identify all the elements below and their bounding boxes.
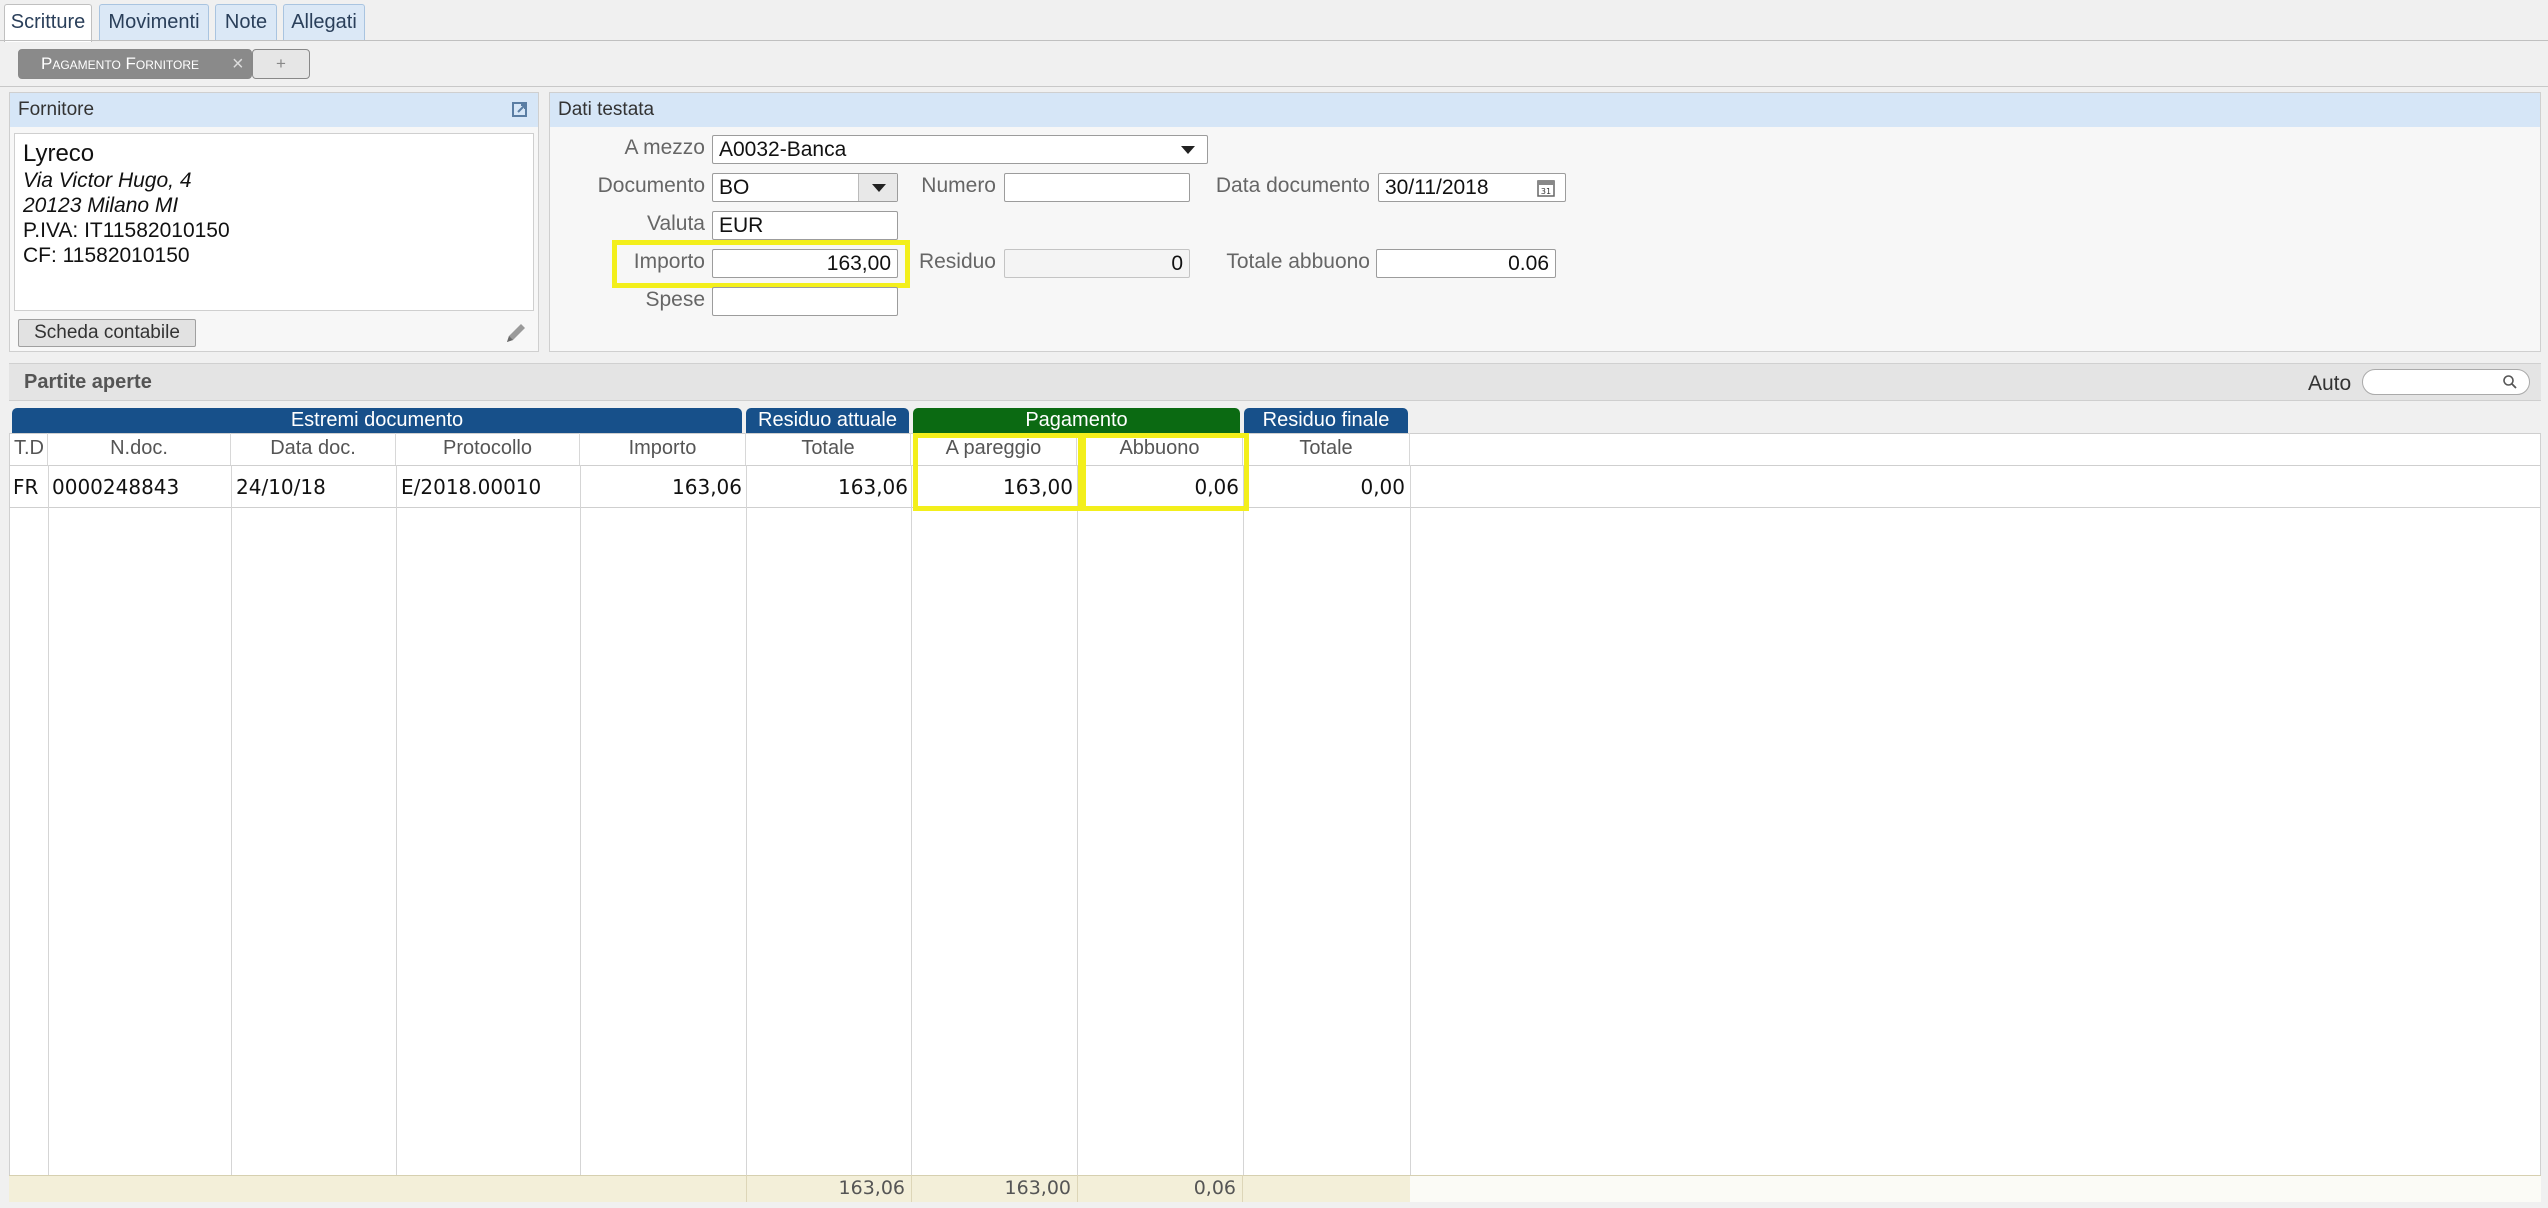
documento-value: BO	[719, 176, 750, 199]
partite-grid	[9, 433, 2541, 1202]
residuo-input: 0	[1004, 249, 1190, 278]
scheda-contabile-button[interactable]: Scheda contabile	[18, 319, 196, 347]
group-residuo-finale: Residuo finale	[1244, 408, 1408, 433]
partite-aperte-header	[9, 363, 2541, 401]
grid-line	[231, 465, 232, 1175]
tab-scritture[interactable]: Scritture	[4, 4, 92, 42]
group-estremi-documento: Estremi documento	[12, 408, 742, 433]
cell-data-doc: 24/10/18	[236, 475, 326, 499]
totals-row-filler	[1410, 1176, 2541, 1202]
col-ndoc[interactable]: N.doc.	[48, 433, 231, 465]
col-finale-totale[interactable]: Totale	[1243, 433, 1410, 465]
a-mezzo-value: A0032-Banca	[719, 138, 847, 161]
fornitore-panel: Fornitore Lyreco Via Victor Hugo, 4 2012…	[9, 92, 539, 352]
totale-abbuono-input[interactable]: 0.06	[1376, 249, 1556, 278]
tab-allegati[interactable]: Allegati	[283, 4, 365, 40]
col-protocollo[interactable]: Protocollo	[396, 433, 580, 465]
a-mezzo-select[interactable]: A0032-Banca	[712, 135, 1208, 164]
tab-divider	[0, 40, 2548, 41]
data-documento-value: 30/11/2018	[1385, 176, 1489, 199]
a-pareggio-highlight	[913, 433, 1083, 511]
subtab-divider	[0, 86, 2548, 87]
col-residuo-totale[interactable]: Totale	[746, 433, 911, 465]
total-abbuono: 0,06	[1077, 1175, 1243, 1202]
spese-input[interactable]	[712, 287, 898, 316]
fornitore-title: Fornitore	[10, 93, 538, 127]
subtab-pagamento-fornitore[interactable]: Pagamento Fornitore	[18, 49, 252, 79]
search-icon[interactable]	[2502, 374, 2518, 390]
cell-ndoc: 0000248843	[52, 475, 180, 499]
col-data-doc[interactable]: Data doc.	[231, 433, 396, 465]
grid-line	[1077, 465, 1078, 1175]
valuta-input[interactable]: EUR	[712, 211, 898, 240]
add-subtab-button[interactable]: +	[252, 49, 310, 79]
total-pareggio: 163,00	[911, 1175, 1077, 1202]
fornitore-address-box: Lyreco Via Victor Hugo, 4 20123 Milano M…	[14, 133, 534, 311]
col-td[interactable]: T.D	[12, 433, 48, 465]
col-importo[interactable]: Importo	[580, 433, 746, 465]
valuta-label: Valuta	[647, 212, 705, 235]
abbuono-highlight	[1081, 433, 1249, 511]
svg-text:31: 31	[1541, 187, 1551, 196]
totale-abbuono-label: Totale abbuono	[1226, 250, 1370, 273]
numero-label: Numero	[921, 174, 996, 197]
fornitore-address: Via Victor Hugo, 4	[23, 169, 192, 192]
tab-note[interactable]: Note	[215, 4, 277, 40]
cell-importo: 163,06	[672, 475, 742, 499]
data-documento-label: Data documento	[1215, 174, 1370, 197]
refresh-icon[interactable]	[510, 100, 530, 120]
grid-line	[1410, 465, 1411, 1175]
partite-aperte-title: Partite aperte	[24, 371, 152, 393]
fornitore-cf: CF: 11582010150	[23, 244, 190, 267]
cell-finale-totale: 0,00	[1360, 475, 1405, 499]
grid-line	[911, 465, 912, 1175]
edit-pencil-icon[interactable]	[502, 319, 530, 347]
documento-dropdown-icon	[872, 184, 886, 192]
grid-line	[580, 465, 581, 1175]
grid-line	[396, 465, 397, 1175]
importo-highlight	[612, 240, 910, 288]
calendar-icon[interactable]: 31	[1536, 178, 1556, 198]
grid-line	[1243, 465, 1244, 1175]
total-residuo: 163,06	[746, 1175, 911, 1202]
fornitore-name: Lyreco	[23, 140, 95, 167]
group-pagamento: Pagamento	[913, 408, 1240, 433]
grid-line	[746, 465, 747, 1175]
cell-td: FR	[13, 475, 39, 499]
subtab-label: Pagamento Fornitore	[41, 54, 200, 73]
tab-movimenti[interactable]: Movimenti	[99, 4, 209, 40]
residuo-label: Residuo	[918, 250, 996, 273]
cell-protocollo: E/2018.00010	[401, 475, 542, 499]
dati-testata-title: Dati testata	[550, 93, 2540, 127]
a-mezzo-label: A mezzo	[624, 136, 705, 159]
fornitore-piva: P.IVA: IT11582010150	[23, 219, 230, 242]
group-residuo-attuale: Residuo attuale	[746, 408, 909, 433]
documento-label: Documento	[597, 174, 705, 197]
numero-input[interactable]	[1004, 173, 1190, 202]
dati-testata-title-text: Dati testata	[558, 99, 655, 120]
close-icon[interactable]: ×	[232, 50, 244, 78]
fornitore-title-text: Fornitore	[18, 99, 95, 120]
auto-label: Auto	[2308, 372, 2352, 395]
spese-label: Spese	[645, 288, 705, 311]
grid-line	[48, 465, 49, 1175]
fornitore-city: 20123 Milano MI	[23, 194, 179, 217]
cell-residuo-totale: 163,06	[838, 475, 908, 499]
a-mezzo-dropdown-icon[interactable]	[1181, 146, 1195, 154]
